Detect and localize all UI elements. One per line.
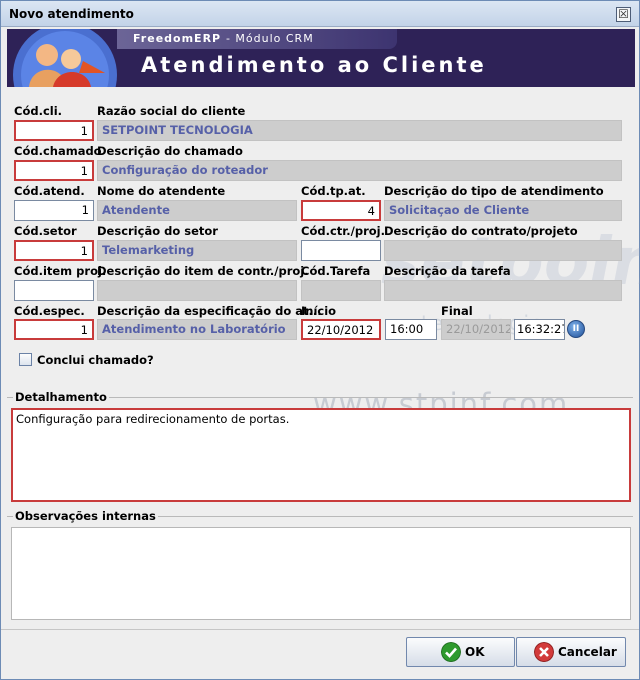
- cod-cli-input[interactable]: 1: [14, 120, 94, 141]
- detalhamento-title: Detalhamento: [13, 390, 109, 404]
- cod-espec-input[interactable]: 1: [14, 319, 94, 340]
- module-name: - Módulo CRM: [225, 32, 314, 45]
- cancel-label: Cancelar: [558, 645, 617, 659]
- desc-item-label: Descrição do item de contr./proj.: [97, 264, 309, 278]
- ok-button[interactable]: OK: [406, 637, 515, 667]
- cancel-icon: [534, 642, 554, 662]
- inicio-date-input[interactable]: 22/10/2012: [301, 319, 381, 340]
- cod-chamado-input[interactable]: 1: [14, 160, 94, 181]
- title-bar[interactable]: Novo atendimento ☒: [1, 1, 639, 27]
- inicio-time-input[interactable]: 16:00: [385, 319, 437, 340]
- desc-ctr-field: [384, 240, 622, 261]
- final-time-input[interactable]: 16:32:27: [514, 319, 565, 340]
- cod-chamado-label: Cód.chamado: [14, 144, 102, 158]
- desc-chamado-label: Descrição do chamado: [97, 144, 243, 158]
- cod-tarefa-input: [301, 280, 381, 301]
- banner-heading: Atendimento ao Cliente: [141, 53, 487, 77]
- nome-atend-label: Nome do atendente: [97, 184, 226, 198]
- cod-item-input[interactable]: [14, 280, 94, 301]
- desc-tarefa-label: Descrição da tarefa: [384, 264, 511, 278]
- cancel-button[interactable]: Cancelar: [516, 637, 626, 667]
- desc-setor-label: Descrição do setor: [97, 224, 218, 238]
- timer-pause-icon[interactable]: II: [567, 320, 585, 338]
- inicio-label: Início: [301, 304, 337, 318]
- desc-chamado-field: Configuração do roteador: [97, 160, 622, 181]
- cod-espec-label: Cód.espec.: [14, 304, 85, 318]
- close-icon[interactable]: ☒: [616, 7, 631, 22]
- cod-atend-input[interactable]: 1: [14, 200, 94, 221]
- detalhamento-textarea[interactable]: Configuração para redirecionamento de po…: [11, 408, 631, 502]
- product-name: FreedomERP: [133, 32, 222, 45]
- cod-tpat-label: Cód.tp.at.: [301, 184, 366, 198]
- conclui-chamado-label: Conclui chamado?: [37, 353, 154, 367]
- desc-espec-field: Atendimento no Laboratório: [97, 319, 297, 340]
- desc-espec-label: Descrição da especificação do at...: [97, 304, 322, 318]
- desc-setor-field: Telemarketing: [97, 240, 297, 261]
- observacoes-textarea[interactable]: [11, 527, 631, 620]
- desc-tpat-field: Solicitaçao de Cliente: [384, 200, 622, 221]
- final-label: Final: [441, 304, 473, 318]
- cod-tarefa-label: Cód.Tarefa: [301, 264, 371, 278]
- check-icon: [441, 642, 461, 662]
- nome-atend-field: Atendente: [97, 200, 297, 221]
- cod-item-label: Cód.item proj.: [14, 264, 107, 278]
- cod-setor-label: Cód.setor: [14, 224, 77, 238]
- cod-cli-label: Cód.cli.: [14, 104, 63, 118]
- cod-ctr-label: Cód.ctr./proj.: [301, 224, 385, 238]
- cod-setor-input[interactable]: 1: [14, 240, 94, 261]
- desc-tpat-label: Descrição do tipo de atendimento: [384, 184, 604, 198]
- desc-ctr-label: Descrição do contrato/projeto: [384, 224, 578, 238]
- window-title: Novo atendimento: [9, 7, 134, 21]
- razao-field: SETPOINT TECNOLOGIA: [97, 120, 622, 141]
- cod-tpat-input[interactable]: 4: [301, 200, 381, 221]
- conclui-chamado-checkbox[interactable]: [19, 353, 32, 366]
- banner-subtitle: FreedomERP - Módulo CRM: [133, 32, 314, 45]
- cod-atend-label: Cód.atend.: [14, 184, 85, 198]
- razao-label: Razão social do cliente: [97, 104, 246, 118]
- desc-tarefa-field: [384, 280, 622, 301]
- final-date-field: 22/10/2012: [441, 319, 511, 340]
- cod-ctr-input[interactable]: [301, 240, 381, 261]
- ok-label: OK: [465, 645, 485, 659]
- freedom-logo-icon: [7, 29, 125, 87]
- dialog-window: Novo atendimento ☒ FreedomERP - Módulo C…: [0, 0, 640, 680]
- module-banner: FreedomERP - Módulo CRM Atendimento ao C…: [7, 29, 635, 87]
- observacoes-title: Observações internas: [13, 509, 158, 523]
- desc-item-field: [97, 280, 297, 301]
